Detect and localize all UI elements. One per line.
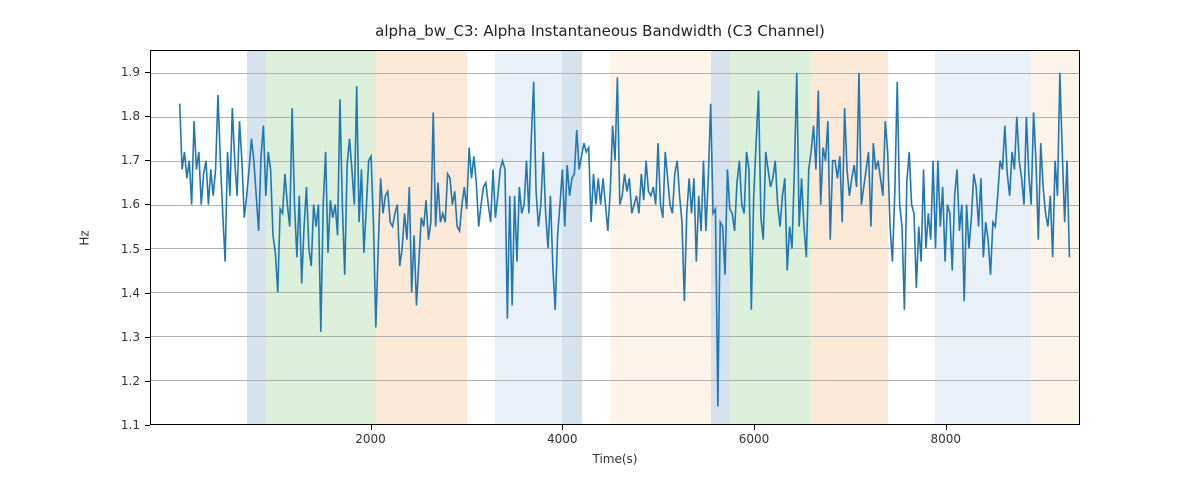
y-axis-label: Hz xyxy=(75,50,95,425)
y-tick-label: 1.4 xyxy=(0,286,140,300)
y-tick-label: 1.6 xyxy=(0,197,140,211)
y-tick-label: 1.2 xyxy=(0,374,140,388)
chart-title: alpha_bw_C3: Alpha Instantaneous Bandwid… xyxy=(0,22,1200,40)
x-axis-label: Time(s) xyxy=(150,452,1080,466)
x-tick-label: 8000 xyxy=(930,432,961,446)
y-tick-label: 1.7 xyxy=(0,153,140,167)
x-tick-mark xyxy=(946,425,947,430)
x-tick-mark xyxy=(562,425,563,430)
x-tick-mark xyxy=(754,425,755,430)
y-tick-label: 1.8 xyxy=(0,109,140,123)
y-tick-label: 1.9 xyxy=(0,65,140,79)
y-tick-mark xyxy=(145,425,150,426)
x-tick-label: 4000 xyxy=(547,432,578,446)
line-series xyxy=(151,51,1079,424)
y-tick-label: 1.1 xyxy=(0,418,140,432)
x-tick-label: 6000 xyxy=(739,432,770,446)
grid-line xyxy=(151,424,1079,425)
plot-axes xyxy=(150,50,1080,425)
figure: alpha_bw_C3: Alpha Instantaneous Bandwid… xyxy=(0,0,1200,500)
x-tick-mark xyxy=(371,425,372,430)
y-tick-label: 1.5 xyxy=(0,242,140,256)
x-tick-label: 2000 xyxy=(355,432,386,446)
y-tick-label: 1.3 xyxy=(0,330,140,344)
